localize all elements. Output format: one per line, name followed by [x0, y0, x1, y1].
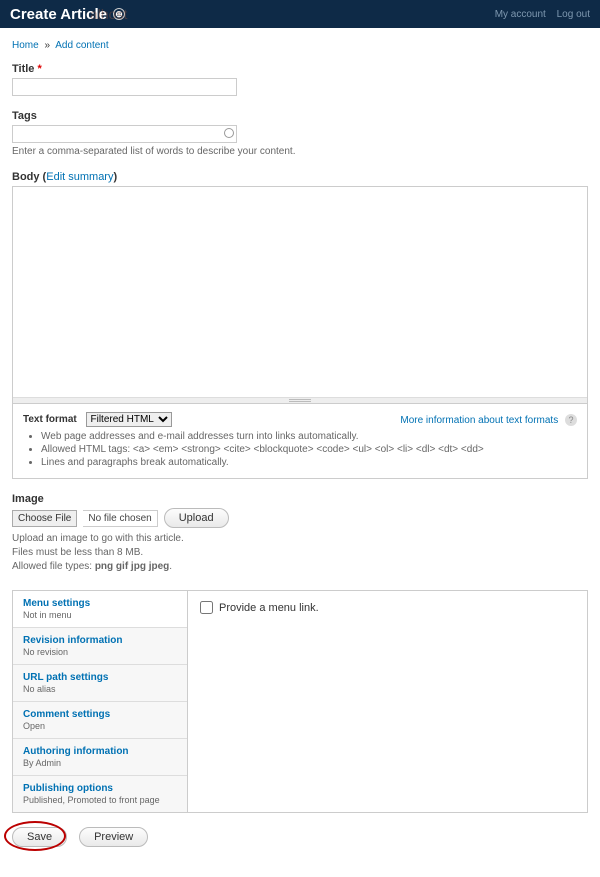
save-button[interactable]: Save [12, 827, 67, 847]
menu-link-label: Provide a menu link. [219, 602, 319, 614]
required-marker: * [37, 63, 41, 75]
title-label: Title * [12, 63, 588, 75]
vtab-title: Menu settings [23, 598, 177, 609]
page-body: Home » Add content Title * Tags Enter a … [0, 28, 600, 877]
form-actions: Save Preview [12, 827, 588, 847]
choose-file-button[interactable]: Choose File [12, 510, 77, 527]
tags-input[interactable] [12, 125, 237, 143]
vtab-publishing[interactable]: Publishing options Published, Promoted t… [13, 776, 187, 812]
background-text: alhost [90, 6, 127, 22]
title-row: Title * [12, 63, 588, 96]
edit-summary-link[interactable]: Edit summary [46, 171, 113, 183]
resize-grip[interactable] [13, 397, 587, 403]
format-select[interactable]: Filtered HTML [86, 412, 172, 427]
file-status: No file chosen [83, 510, 157, 527]
vtab-comment[interactable]: Comment settings Open [13, 702, 187, 739]
breadcrumb-add-content[interactable]: Add content [55, 40, 108, 51]
vtab-summary: Open [23, 721, 177, 731]
vtab-url-path[interactable]: URL path settings No alias [13, 665, 187, 702]
format-label: Text format [23, 414, 77, 425]
file-controls: Choose File No file chosen Upload [12, 508, 588, 528]
vtab-summary: Not in menu [23, 610, 177, 620]
format-controls: Text format Filtered HTML [23, 412, 172, 427]
tip-item: Allowed HTML tags: <a> <em> <strong> <ci… [41, 444, 577, 455]
body-label: Body (Edit summary) [12, 171, 588, 183]
body-label-text: Body [12, 171, 40, 183]
vtab-summary: No alias [23, 684, 177, 694]
menu-link-checkbox[interactable] [200, 601, 213, 614]
menu-link-row[interactable]: Provide a menu link. [200, 601, 319, 614]
breadcrumb-sep: » [44, 40, 50, 51]
vtab-menu-settings[interactable]: Menu settings Not in menu [13, 591, 187, 628]
vtab-title: Comment settings [23, 709, 177, 720]
vtab-authoring[interactable]: Authoring information By Admin [13, 739, 187, 776]
vertical-tabs: Menu settings Not in menu Revision infor… [12, 590, 588, 813]
tags-help: Enter a comma-separated list of words to… [12, 146, 588, 157]
more-info-link[interactable]: More information about text formats [400, 415, 558, 426]
format-tips: Web page addresses and e-mail addresses … [41, 431, 577, 468]
vtab-summary: By Admin [23, 758, 177, 768]
vtabs-list: Menu settings Not in menu Revision infor… [13, 591, 188, 812]
upload-button[interactable]: Upload [164, 508, 229, 528]
autocomplete-icon [224, 128, 234, 138]
vtab-title: Publishing options [23, 783, 177, 794]
logout-link[interactable]: Log out [557, 9, 590, 20]
admin-toolbar: Create Article ⊕ My account Log out alho… [0, 0, 600, 28]
vtab-revision[interactable]: Revision information No revision [13, 628, 187, 665]
title-input[interactable] [12, 78, 237, 96]
text-format-box: Text format Filtered HTML More informati… [12, 404, 588, 479]
save-wrap: Save [12, 827, 67, 847]
image-help: Upload an image to go with this article.… [12, 532, 588, 574]
body-editor [12, 186, 588, 404]
preview-button[interactable]: Preview [79, 827, 148, 847]
tip-item: Web page addresses and e-mail addresses … [41, 431, 577, 442]
body-textarea[interactable] [13, 187, 587, 397]
format-header: Text format Filtered HTML More informati… [23, 412, 577, 427]
image-label: Image [12, 493, 588, 505]
title-label-text: Title [12, 63, 34, 75]
breadcrumb-home[interactable]: Home [12, 40, 39, 51]
format-more: More information about text formats ? [400, 414, 577, 426]
vtab-title: Authoring information [23, 746, 177, 757]
image-help-1: Upload an image to go with this article. [12, 532, 588, 546]
account-links: My account Log out [487, 9, 590, 20]
tags-label: Tags [12, 110, 588, 122]
vtab-title: URL path settings [23, 672, 177, 683]
image-help-3: Allowed file types: png gif jpg jpeg. [12, 560, 588, 574]
tip-item: Lines and paragraphs break automatically… [41, 457, 577, 468]
vtab-summary: No revision [23, 647, 177, 657]
image-row: Image Choose File No file chosen Upload U… [12, 493, 588, 574]
image-help-2: Files must be less than 8 MB. [12, 546, 588, 560]
vtab-title: Revision information [23, 635, 177, 646]
vtab-summary: Published, Promoted to front page [23, 795, 177, 805]
body-row: Body (Edit summary) Text format Filtered… [12, 171, 588, 479]
tags-row: Tags Enter a comma-separated list of wor… [12, 110, 588, 157]
help-icon[interactable]: ? [565, 414, 577, 426]
my-account-link[interactable]: My account [495, 9, 546, 20]
tags-input-wrap [12, 125, 237, 143]
breadcrumb: Home » Add content [12, 40, 588, 51]
vtab-pane-menu: Provide a menu link. [188, 591, 331, 812]
